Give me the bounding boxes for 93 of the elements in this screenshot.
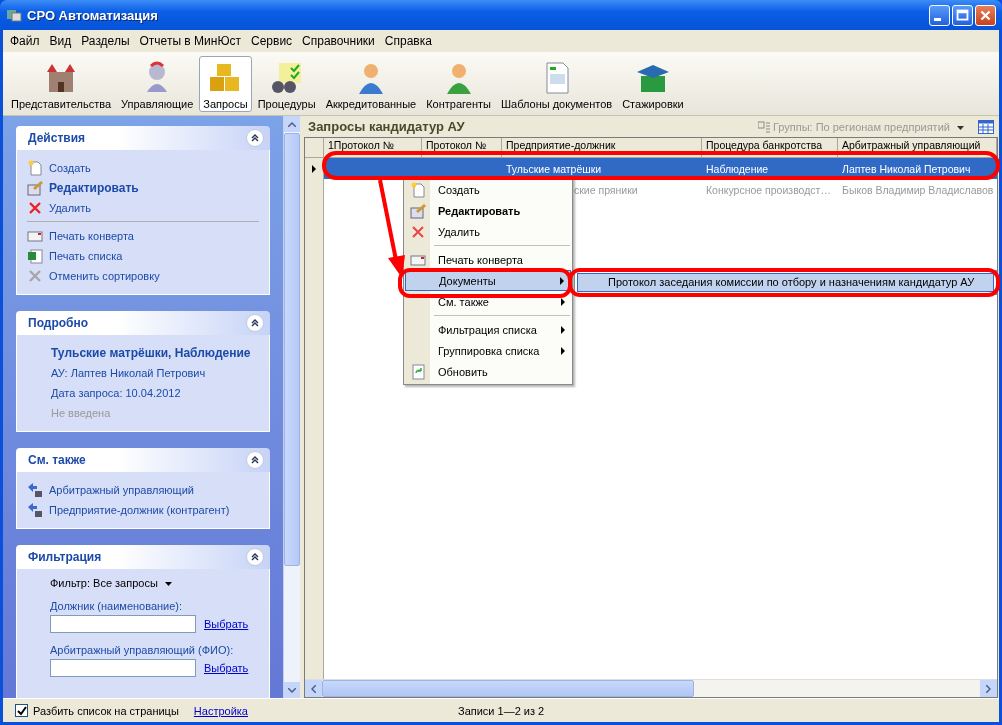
column-header[interactable]: Процедура банкротства <box>702 138 838 157</box>
settings-link[interactable]: Настройка <box>193 704 248 717</box>
chevron-up-icon <box>250 133 260 143</box>
table-icon[interactable] <box>978 119 994 134</box>
scroll-right-icon <box>986 684 991 693</box>
maximize-button[interactable] <box>952 4 973 26</box>
chevron-up-icon <box>250 318 260 328</box>
column-header[interactable]: Протокол № <box>422 138 502 157</box>
table-cell: Конкурсное производст… <box>706 183 831 196</box>
vertical-scrollbar[interactable] <box>283 116 300 698</box>
menu-item[interactable]: Справочники <box>297 34 380 48</box>
action-link[interactable]: Печать списка <box>49 250 123 262</box>
caret-icon <box>957 125 964 130</box>
panel-title: См. также <box>28 453 86 467</box>
menu-item[interactable]: Удалить <box>405 221 571 242</box>
scroll-left-icon <box>311 684 316 693</box>
toolbar-button[interactable]: Процедуры <box>253 56 320 112</box>
collapse-button[interactable] <box>246 548 264 566</box>
detail-heading: Тульские матрёшки, Наблюдение <box>51 345 252 362</box>
close-button[interactable] <box>975 4 996 26</box>
scroll-up-icon <box>288 121 296 127</box>
menu-item[interactable]: См. также <box>405 291 571 312</box>
menu-item[interactable]: Создать <box>405 179 571 200</box>
table-cell: Тульские матрёшки <box>506 162 602 175</box>
filter-dropdown[interactable]: Фильтр: Все запросы <box>50 577 172 597</box>
related-link[interactable]: Арбитражный управляющий <box>49 484 194 496</box>
action-link[interactable]: Печать конверта <box>49 230 134 242</box>
column-header[interactable]: Предприятие-должник <box>502 138 702 157</box>
collapse-button[interactable] <box>246 129 264 147</box>
window-title: СРО Автоматизация <box>27 7 158 23</box>
menu-item[interactable]: Обновить <box>405 361 571 382</box>
menu-item[interactable]: Вид <box>44 34 77 48</box>
collapse-button[interactable] <box>246 314 264 332</box>
panel-title: Действия <box>28 131 86 145</box>
chevron-up-icon <box>250 455 260 465</box>
grouping-icon <box>757 120 770 133</box>
input-field[interactable] <box>50 659 196 677</box>
chevron-up-icon <box>250 552 260 562</box>
action-link[interactable]: Удалить <box>49 202 91 214</box>
menu-item[interactable]: Фильтрация списка <box>405 319 571 340</box>
refresh-icon <box>410 363 426 380</box>
action-link[interactable]: Редактировать <box>49 181 139 195</box>
app-icon <box>6 7 22 23</box>
menu-item[interactable]: Группировка списка <box>405 340 571 361</box>
menu-item[interactable]: Разделы <box>76 34 135 48</box>
toolbar-button[interactable]: Запросы <box>199 56 252 112</box>
toolbar-button[interactable]: Шаблоны документов <box>497 56 617 112</box>
toolbar-button[interactable]: Представительства <box>7 56 116 112</box>
caret-icon <box>164 582 172 587</box>
column-header[interactable]: Арбитражный управляющий <box>838 138 997 157</box>
record-count: Записи 1—2 из 2 <box>458 704 545 717</box>
horizontal-scrollbar[interactable] <box>305 679 997 697</box>
minimize-icon <box>934 17 941 21</box>
choose-link[interactable]: Выбрать <box>204 662 249 674</box>
link-arrow-icon <box>27 502 43 518</box>
scroll-down-icon <box>288 687 296 693</box>
panel-title: Подробно <box>28 316 89 330</box>
menu-item[interactable]: Печать конверта <box>405 249 571 270</box>
detail-note: Не введена <box>51 406 112 421</box>
minimize-button[interactable] <box>929 4 950 26</box>
toolbar-button[interactable]: Управляющие <box>117 56 198 112</box>
toolbar-button[interactable]: Аккредитованные <box>321 56 421 112</box>
menu-item[interactable]: Файл <box>5 34 45 48</box>
menu-item[interactable]: Сервис <box>246 34 298 48</box>
new-document-icon <box>410 181 426 198</box>
detail-text: АУ: Лаптев Николай Петрович <box>51 366 207 381</box>
toolbar-button[interactable]: Контрагенты <box>422 56 495 112</box>
table-cell: Быков Владимир Владиславов <box>842 183 994 196</box>
collapse-button[interactable] <box>246 451 264 469</box>
menu-item[interactable]: Редактировать <box>405 200 571 221</box>
menu-item[interactable]: Протокол заседания комиссии по отбору и назначениям кандидатур АУ <box>577 273 994 292</box>
field-label: Арбитражный управляющий (ФИО): <box>50 643 235 658</box>
grid-title: Запросы кандидатур АУ <box>308 119 465 134</box>
menu-item[interactable]: Отчеты в МинЮст <box>134 34 246 48</box>
table-cell: ские пряники <box>574 183 638 196</box>
row-pointer-icon <box>312 164 316 173</box>
checkbox[interactable] <box>15 704 28 717</box>
action-link[interactable]: Создать <box>49 162 91 174</box>
delete-icon <box>410 223 426 240</box>
link-arrow-icon <box>27 482 43 498</box>
related-link[interactable]: Предприятие-должник (контрагент) <box>49 504 230 516</box>
field-label: Должник (наименование): <box>50 599 184 614</box>
table-cell: Наблюдение <box>706 162 769 175</box>
choose-link[interactable]: Выбрать <box>204 618 249 630</box>
input-field[interactable] <box>50 615 196 633</box>
menu-item[interactable]: Справка <box>379 34 437 48</box>
table-cell: Лаптев Николай Петрович <box>842 162 971 175</box>
panel-title: Фильтрация <box>28 550 102 564</box>
toolbar-button[interactable]: Стажировки <box>618 56 688 112</box>
detail-text: Дата запроса: 10.04.2012 <box>51 386 182 401</box>
checkbox-label: Разбить список на страницы <box>33 704 179 717</box>
edit-icon <box>410 202 426 219</box>
column-header[interactable]: 1Протокол № <box>324 138 422 157</box>
